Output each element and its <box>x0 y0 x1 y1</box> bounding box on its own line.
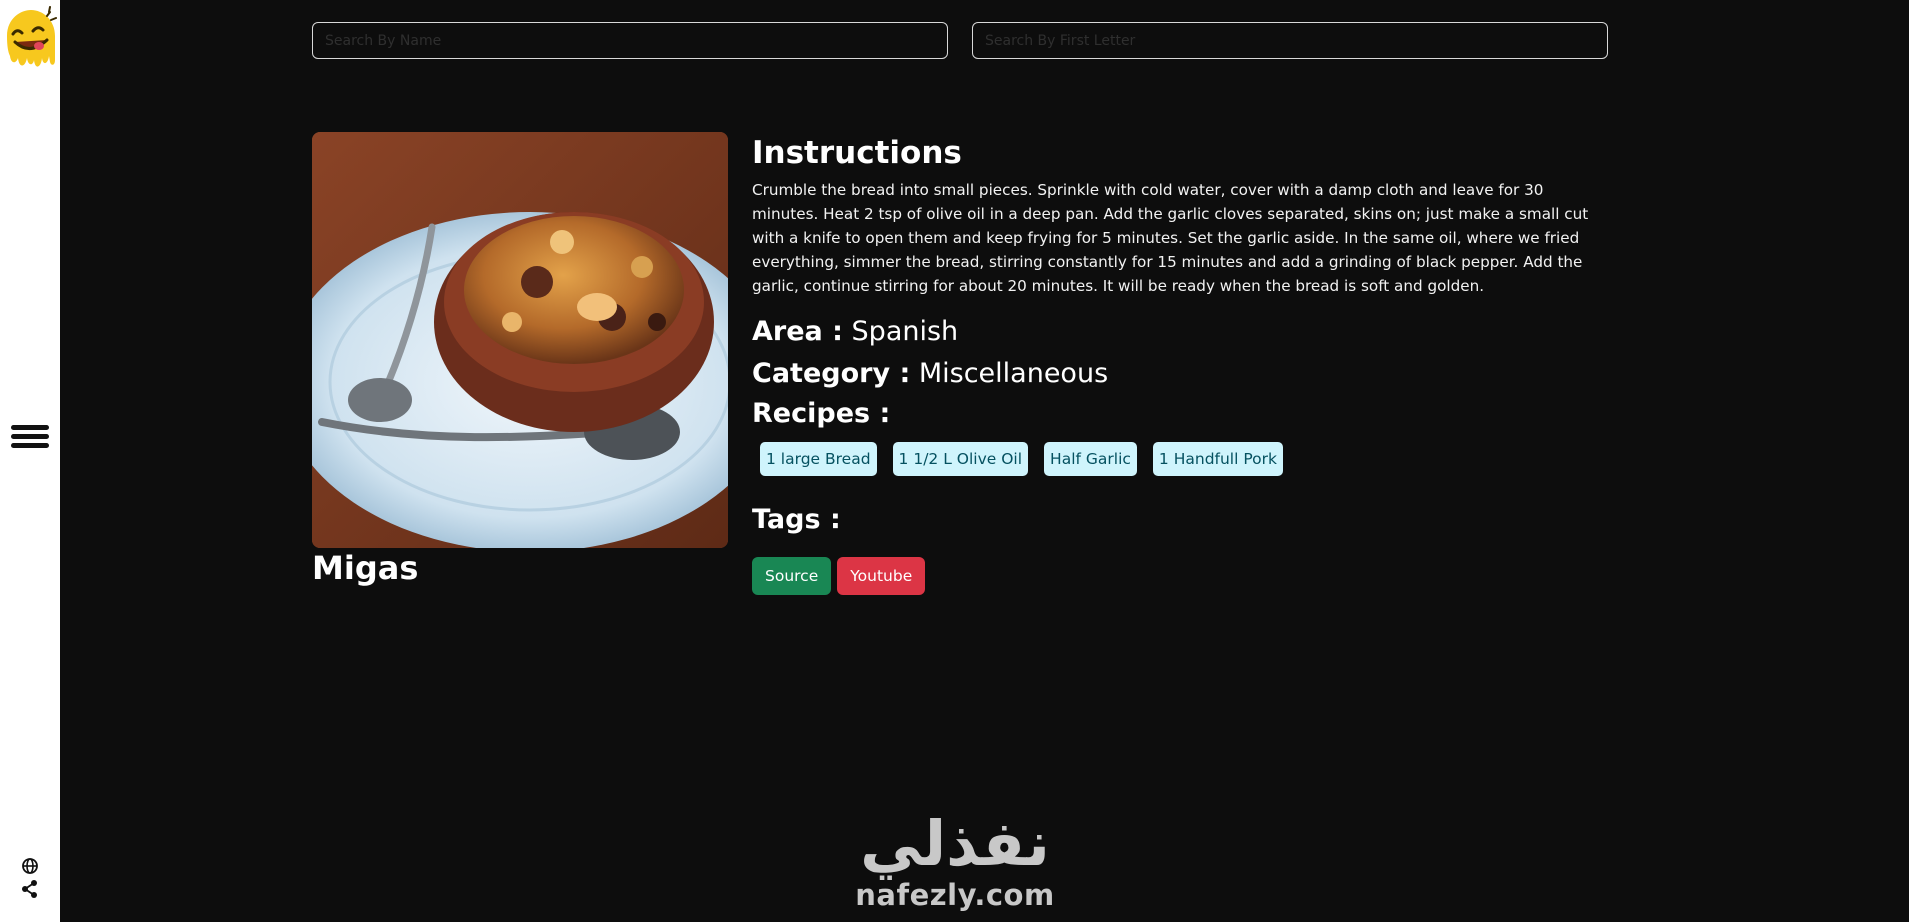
category-row: Category : Miscellaneous <box>752 354 1612 394</box>
meal-details: Instructions Crumble the bread into smal… <box>752 132 1612 595</box>
meal-title: Migas <box>312 549 419 587</box>
smiley-face-logo-icon[interactable] <box>3 6 57 74</box>
brand-arabic-wordmark: نفذلي <box>860 807 1050 880</box>
link-buttons: Source Youtube <box>752 557 1612 595</box>
globe-icon[interactable] <box>19 855 41 877</box>
instructions-heading: Instructions <box>752 135 962 171</box>
source-button[interactable]: Source <box>752 557 832 595</box>
search-by-name-input[interactable] <box>312 22 948 59</box>
recipe-chip: 1 Handfull Pork <box>1152 442 1283 476</box>
share-icon[interactable] <box>19 878 41 900</box>
side-nav <box>0 0 60 922</box>
area-label: Area : <box>752 316 843 347</box>
category-value: Miscellaneous <box>918 358 1109 389</box>
recipe-chip: 1 large Bread <box>760 442 877 476</box>
area-row: Area : Spanish <box>752 312 1612 352</box>
tags-heading: Tags : <box>752 504 841 535</box>
youtube-button[interactable]: Youtube <box>837 557 926 595</box>
area-value: Spanish <box>851 316 959 347</box>
footer-brand: نفذلي nafezly.com <box>848 807 1062 913</box>
instructions-text: Crumble the bread into small pieces. Spr… <box>752 181 1589 295</box>
recipe-chip: Half Garlic <box>1044 442 1137 476</box>
recipe-chip: 1 1/2 L Olive Oil <box>892 442 1029 476</box>
category-label: Category : <box>752 358 911 389</box>
search-by-first-letter-input[interactable] <box>972 22 1608 59</box>
recipes-heading: Recipes : <box>752 398 891 429</box>
recipe-list: 1 large Bread 1 1/2 L Olive Oil Half Gar… <box>760 442 1612 476</box>
brand-domain: nafezly.com <box>855 878 1055 912</box>
meal-image <box>312 132 728 548</box>
hamburger-menu-icon[interactable] <box>11 421 49 461</box>
